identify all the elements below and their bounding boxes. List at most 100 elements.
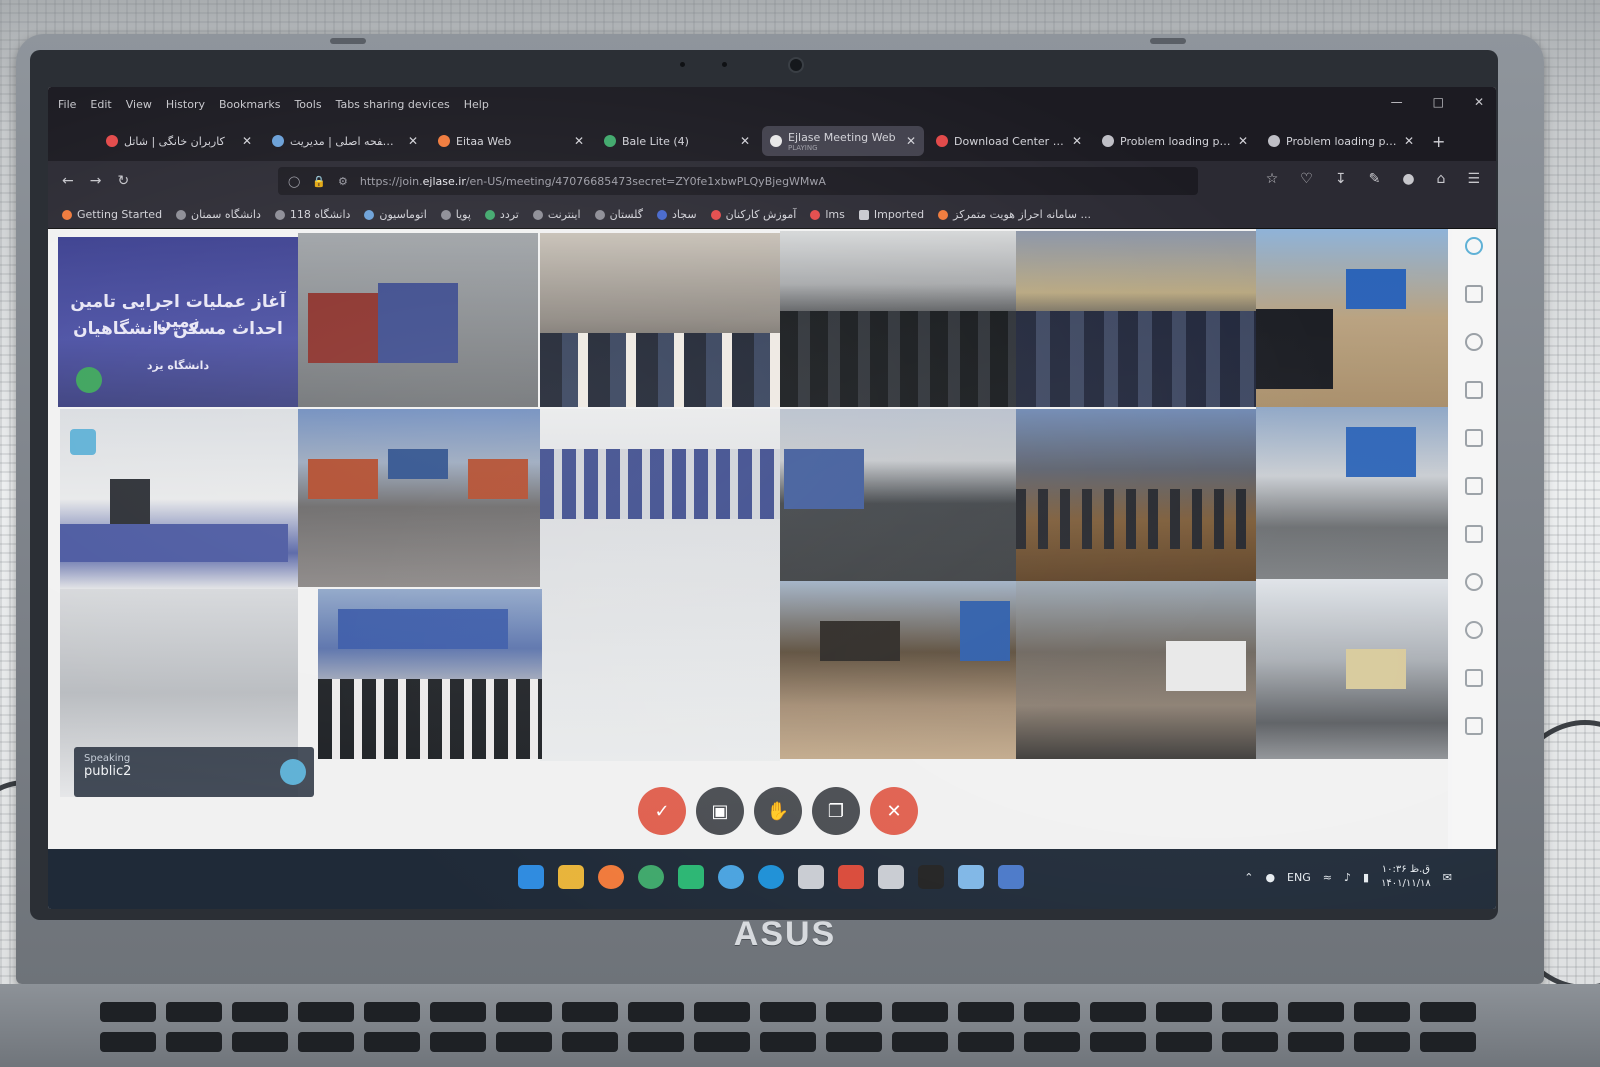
leave-call-button[interactable]: ✕	[870, 787, 918, 835]
close-window-icon[interactable]: ✕	[1474, 95, 1484, 109]
video-tile[interactable]	[1016, 231, 1256, 407]
notepad-icon[interactable]	[798, 865, 824, 889]
settings-icon[interactable]	[1465, 573, 1483, 591]
app-icon[interactable]	[878, 865, 904, 889]
tab-management[interactable]: صفحه اصلی | مدیریت ... ✕	[264, 126, 426, 156]
tab-ejlase[interactable]: Ejlase Meeting Web PLAYING ✕	[762, 126, 924, 156]
menu-icon[interactable]: ☰	[1467, 171, 1480, 187]
video-tile[interactable]	[780, 409, 1016, 581]
edge-icon[interactable]	[758, 865, 784, 889]
close-tab-icon[interactable]: ✕	[1072, 134, 1082, 148]
bookmark-tardod[interactable]: تردد	[484, 208, 519, 221]
close-tab-icon[interactable]: ✕	[1404, 134, 1414, 148]
help-icon[interactable]	[1465, 621, 1483, 639]
document-icon[interactable]	[1465, 381, 1483, 399]
tab-bale[interactable]: Bale Lite (4) ✕	[596, 126, 758, 156]
close-tab-icon[interactable]: ✕	[242, 134, 252, 148]
bookmark-sso[interactable]: سامانه احراز هویت متمرکز ...	[938, 208, 1091, 221]
close-tab-icon[interactable]: ✕	[408, 134, 418, 148]
video-tile[interactable]	[540, 233, 780, 407]
wifi-icon[interactable]: ≈	[1323, 871, 1332, 884]
firefox-icon[interactable]	[598, 865, 624, 889]
video-tile[interactable]	[780, 581, 1016, 759]
tab-download-center[interactable]: Download Center | A ✕	[928, 126, 1090, 156]
menu-tools[interactable]: Tools	[294, 98, 321, 111]
bookmark-internet[interactable]: اینترنت	[532, 208, 581, 221]
tab-problem-loading[interactable]: Problem loading page ✕	[1094, 126, 1256, 156]
maximize-icon[interactable]: □	[1433, 95, 1444, 109]
bookmark-automation[interactable]: اتوماسیون	[364, 208, 427, 221]
menu-help[interactable]: Help	[464, 98, 489, 111]
reload-icon[interactable]: ↻	[117, 173, 129, 189]
battery-icon[interactable]: ▮	[1363, 871, 1369, 884]
bookmark-staff-training[interactable]: آموزش کارکنان	[710, 208, 796, 221]
pocket-icon[interactable]: ♡	[1300, 171, 1313, 187]
new-tab-button[interactable]: +	[1432, 132, 1445, 151]
chat-icon[interactable]	[1465, 333, 1483, 351]
back-icon[interactable]: ←	[62, 173, 74, 189]
video-tile[interactable]	[1256, 579, 1448, 759]
menu-view[interactable]: View	[126, 98, 152, 111]
excel-icon[interactable]	[678, 865, 704, 889]
tab-eitaa[interactable]: Eitaa Web ✕	[430, 126, 592, 156]
mic-off-button[interactable]: ✓	[638, 787, 686, 835]
menu-tabs-sharing[interactable]: Tabs sharing devices	[336, 98, 450, 111]
video-tile[interactable]	[298, 409, 540, 587]
video-tile[interactable]	[1016, 409, 1256, 581]
forward-icon[interactable]: →	[90, 173, 102, 189]
video-tile-banner[interactable]: آغاز عملیات اجرایی تامین زمین احداث مسکن…	[58, 237, 298, 407]
video-tile[interactable]	[60, 409, 298, 589]
chrome-icon[interactable]	[638, 865, 664, 889]
file-explorer-icon[interactable]	[558, 865, 584, 889]
share-screen-button[interactable]: ❐	[812, 787, 860, 835]
account-icon[interactable]: ●	[1402, 171, 1414, 187]
screen-icon[interactable]	[1465, 477, 1483, 495]
bookmark-pouya[interactable]: پویا	[440, 208, 471, 221]
participants-icon[interactable]	[1465, 237, 1483, 255]
video-tile[interactable]	[1256, 407, 1448, 579]
terminal-icon[interactable]	[918, 865, 944, 889]
notification-icon[interactable]: ✉	[1443, 871, 1452, 884]
whiteboard-icon[interactable]	[1465, 429, 1483, 447]
people-icon[interactable]	[1465, 285, 1483, 303]
permissions-icon[interactable]: ⚙	[338, 175, 348, 188]
chevron-up-icon[interactable]: ⌃	[1244, 871, 1253, 884]
language-indicator[interactable]: ENG	[1287, 871, 1311, 884]
menu-edit[interactable]: Edit	[90, 98, 111, 111]
stats-icon[interactable]	[1465, 669, 1483, 687]
bookmark-golestan[interactable]: گلستان	[594, 208, 643, 221]
video-tile[interactable]	[1016, 581, 1256, 759]
home-icon[interactable]: ⌂	[1437, 171, 1446, 187]
network-app-icon[interactable]	[998, 865, 1024, 889]
video-tile[interactable]	[298, 233, 538, 407]
extensions-icon[interactable]: ✎	[1369, 171, 1381, 187]
tab-problem-loading-2[interactable]: Problem loading page ✕	[1260, 126, 1422, 156]
download-icon[interactable]: ↧	[1335, 171, 1347, 187]
video-tile[interactable]	[540, 409, 780, 761]
menu-bookmarks[interactable]: Bookmarks	[219, 98, 280, 111]
bookmark-semnan[interactable]: دانشگاه سمنان	[176, 208, 261, 221]
camera-button[interactable]: ▣	[696, 787, 744, 835]
video-tile[interactable]	[780, 231, 1016, 407]
start-icon[interactable]	[518, 865, 544, 889]
close-tab-icon[interactable]: ✕	[1238, 134, 1248, 148]
video-tile[interactable]	[318, 589, 542, 759]
mic-icon[interactable]: ●	[1265, 871, 1275, 884]
record-icon[interactable]	[1465, 525, 1483, 543]
bookmark-getting-started[interactable]: Getting Started	[62, 208, 162, 221]
bookmark-118[interactable]: دانشگاه 118	[274, 208, 350, 221]
shield-icon[interactable]: ◯	[288, 175, 300, 188]
menu-history[interactable]: History	[166, 98, 205, 111]
bookmark-star-icon[interactable]: ☆	[1266, 171, 1279, 187]
anydesk-icon[interactable]	[838, 865, 864, 889]
volume-icon[interactable]: ♪	[1344, 871, 1351, 884]
lock-icon[interactable]: 🔒	[312, 175, 326, 188]
bookmark-sajjad[interactable]: سجاد	[657, 208, 697, 221]
bookmark-lms[interactable]: lms	[810, 208, 845, 221]
telegram-icon[interactable]	[718, 865, 744, 889]
document-app-icon[interactable]	[958, 865, 984, 889]
menu-file[interactable]: File	[58, 98, 76, 111]
minimize-icon[interactable]: —	[1391, 95, 1403, 109]
fullscreen-icon[interactable]	[1465, 717, 1483, 735]
clock[interactable]: ۱۰:۳۶ ق.ظ ۱۴۰۱/۱۱/۱۸	[1381, 863, 1431, 891]
